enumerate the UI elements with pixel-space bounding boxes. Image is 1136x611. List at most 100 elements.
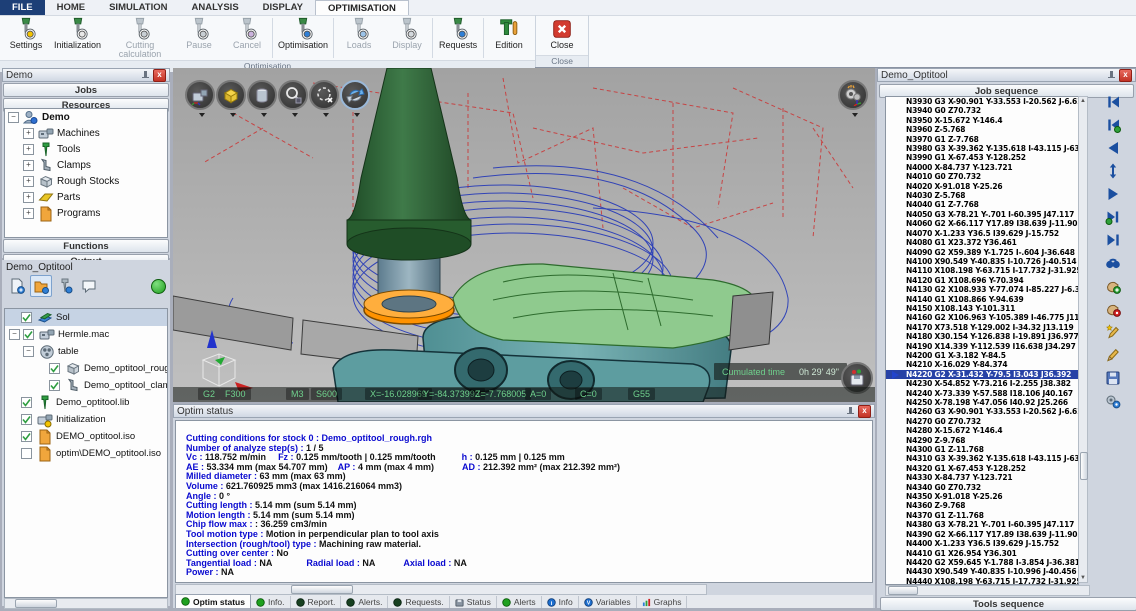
gcode-line[interactable]: N4360 Z-9.768 bbox=[886, 501, 1078, 510]
gcode-line[interactable]: N4340 G0 Z70.732 bbox=[886, 483, 1078, 492]
output-tab-requests[interactable]: Requests. bbox=[388, 596, 449, 608]
nav-first-green-button[interactable] bbox=[1102, 115, 1124, 135]
nav-next-green-button[interactable] bbox=[1102, 207, 1124, 227]
tool-view-button[interactable] bbox=[247, 80, 277, 110]
job-item-demo-optitool-iso[interactable]: DEMO_optitool.iso bbox=[5, 428, 167, 445]
gcode-line[interactable]: N3930 G3 X-90.901 Y-33.553 I-20.562 J-6.… bbox=[886, 97, 1078, 106]
tree-item-programs[interactable]: +Programs bbox=[5, 205, 167, 221]
gcode-line[interactable]: N4380 G3 X-78.21 Y-.701 I-60.395 J47.117 bbox=[886, 520, 1078, 529]
gcode-line[interactable]: N4170 X73.518 Y-129.002 I-34.32 J13.119 bbox=[886, 323, 1078, 332]
checked-checkbox[interactable] bbox=[49, 380, 60, 391]
gcode-line[interactable]: N3970 G1 Z-7.768 bbox=[886, 135, 1078, 144]
expand-toggle-icon[interactable]: + bbox=[23, 128, 34, 139]
gcode-line[interactable]: N4260 G3 X-90.901 Y-33.553 I-20.562 J-6.… bbox=[886, 407, 1078, 416]
gcode-line[interactable]: N4320 G1 X-67.453 Y-128.252 bbox=[886, 464, 1078, 473]
output-tab-variables[interactable]: VVariables bbox=[579, 596, 637, 608]
checked-checkbox[interactable] bbox=[21, 431, 32, 442]
output-tab-report[interactable]: Report. bbox=[291, 596, 342, 608]
ribbon-button-initialization[interactable]: Initialization bbox=[50, 16, 105, 50]
job-item-table[interactable]: −table bbox=[5, 343, 167, 360]
ribbon-tab-analysis[interactable]: ANALYSIS bbox=[180, 0, 251, 15]
dropdown-arrow-icon[interactable] bbox=[230, 113, 236, 117]
output-tab-alerts[interactable]: Alerts. bbox=[341, 596, 388, 608]
dropdown-arrow-icon[interactable] bbox=[199, 113, 205, 117]
job-item-demo-optitool-rough-rgh[interactable]: Demo_optitool_rough.rgh bbox=[5, 360, 167, 377]
optim-hscrollbar[interactable] bbox=[175, 584, 707, 595]
dropdown-arrow-icon[interactable] bbox=[354, 113, 360, 117]
ribbon-tab-simulation[interactable]: SIMULATION bbox=[97, 0, 179, 15]
collapse-toggle-icon[interactable]: − bbox=[9, 329, 20, 340]
nav-first-button[interactable] bbox=[1102, 92, 1124, 112]
gcode-line[interactable]: N3990 G1 X-67.453 Y-128.252 bbox=[886, 153, 1078, 162]
tree-item-machines[interactable]: +Machines bbox=[5, 125, 167, 141]
gcode-line[interactable]: N4250 X-78.198 Y-47.056 I40.92 J25.266 bbox=[886, 398, 1078, 407]
gcode-line[interactable]: N4210 X-16.029 Y-84.374 bbox=[886, 360, 1078, 369]
nav-prev-button[interactable] bbox=[1102, 138, 1124, 158]
gcode-line[interactable]: N4010 G0 Z70.732 bbox=[886, 172, 1078, 181]
gcode-line[interactable]: N4020 X-91.018 Y-25.26 bbox=[886, 182, 1078, 191]
ribbon-tab-file[interactable]: FILE bbox=[0, 0, 45, 15]
output-tab-info[interactable]: iInfo bbox=[542, 596, 579, 608]
expand-toggle-icon[interactable]: + bbox=[23, 208, 34, 219]
new-document-icon[interactable] bbox=[6, 275, 28, 297]
gcode-line[interactable]: N4310 G3 X-39.362 Y-135.618 I-43.115 J-6… bbox=[886, 454, 1078, 463]
gcode-line[interactable]: N4120 G1 X108.696 Y-70.394 bbox=[886, 276, 1078, 285]
ribbon-button-requests[interactable]: Requests bbox=[434, 16, 482, 50]
tree-item-rough-stocks[interactable]: +Rough Stocks bbox=[5, 173, 167, 189]
checked-checkbox[interactable] bbox=[21, 397, 32, 408]
nav-play-button[interactable] bbox=[1102, 184, 1124, 204]
rotate-button[interactable] bbox=[340, 80, 370, 110]
output-tab-alerts[interactable]: Alerts bbox=[497, 596, 542, 608]
expand-toggle-icon[interactable]: + bbox=[23, 144, 34, 155]
ribbon-tab-home[interactable]: HOME bbox=[45, 0, 98, 15]
gcode-line[interactable]: N4040 G1 Z-7.768 bbox=[886, 200, 1078, 209]
expand-toggle-icon[interactable]: + bbox=[23, 192, 34, 203]
gcode-line[interactable]: N4300 G1 Z-11.768 bbox=[886, 445, 1078, 454]
output-tab-graphs[interactable]: Graphs bbox=[637, 596, 688, 608]
gcode-line[interactable]: N4350 X-91.018 Y-25.26 bbox=[886, 492, 1078, 501]
job-item-hermle-mac[interactable]: −Hermle.mac bbox=[5, 326, 167, 343]
tree-item-clamps[interactable]: +Clamps bbox=[5, 157, 167, 173]
close-icon[interactable]: x bbox=[858, 405, 871, 418]
job-tree-hscrollbar[interactable] bbox=[4, 598, 168, 609]
tree-item-parts[interactable]: +Parts bbox=[5, 189, 167, 205]
panel-bar-jobs[interactable]: Jobs bbox=[3, 83, 169, 97]
tree-item-tools[interactable]: +Tools bbox=[5, 141, 167, 157]
gcode-line[interactable]: N4130 G2 X108.933 Y-77.074 I-85.227 J-6.… bbox=[886, 285, 1078, 294]
output-tab-info[interactable]: Info. bbox=[251, 596, 291, 608]
gcode-line[interactable]: N4060 G2 X-66.117 Y17.89 I38.639 J-11.90… bbox=[886, 219, 1078, 228]
panel-bar-functions[interactable]: Functions bbox=[3, 239, 169, 253]
checked-checkbox[interactable] bbox=[23, 329, 34, 340]
ribbon-button-settings[interactable]: Settings bbox=[2, 16, 50, 50]
gcode-line[interactable]: N4030 Z-5.768 bbox=[886, 191, 1078, 200]
job-item-sol[interactable]: Sol bbox=[5, 309, 167, 326]
sync-gears-button[interactable] bbox=[1102, 391, 1124, 411]
gcode-line[interactable]: N4420 G2 X59.645 Y-1.788 I-3.854 J-36.38… bbox=[886, 558, 1078, 567]
machining-settings-button[interactable] bbox=[838, 80, 868, 110]
gcode-line[interactable]: N4090 G2 X59.389 Y-1.725 I-.604 J-36.648 bbox=[886, 248, 1078, 257]
pin-icon[interactable] bbox=[1107, 71, 1116, 80]
stock-view-button[interactable] bbox=[216, 80, 246, 110]
output-tab-optim-status[interactable]: Optim status bbox=[175, 594, 251, 608]
dropdown-arrow-icon[interactable] bbox=[261, 113, 267, 117]
pencil-button[interactable] bbox=[1102, 345, 1124, 365]
gcode-line[interactable]: N3940 G0 Z70.732 bbox=[886, 106, 1078, 115]
hand-add-button[interactable] bbox=[1102, 276, 1124, 296]
gcode-line[interactable]: N3950 X-15.672 Y-146.4 bbox=[886, 116, 1078, 125]
pin-icon[interactable] bbox=[846, 407, 855, 416]
job-item-initialization[interactable]: Initialization bbox=[5, 411, 167, 428]
gcode-line[interactable]: N4050 G3 X-78.21 Y-.701 I-60.395 J47.117 bbox=[886, 210, 1078, 219]
comment-icon[interactable] bbox=[78, 275, 100, 297]
collapse-toggle-icon[interactable]: − bbox=[23, 346, 34, 357]
gcode-line[interactable]: N3960 Z-5.768 bbox=[886, 125, 1078, 134]
gcode-line[interactable]: N4140 G1 X108.866 Y-94.639 bbox=[886, 295, 1078, 304]
gcode-line[interactable]: N4410 G1 X26.954 Y36.301 bbox=[886, 549, 1078, 558]
job-item-optim-demo-optitool-iso[interactable]: optim\DEMO_optitool.iso bbox=[5, 445, 167, 462]
unchecked-checkbox[interactable] bbox=[21, 448, 32, 459]
binoculars-button[interactable] bbox=[1102, 253, 1124, 273]
ribbon-button-close[interactable]: Close bbox=[538, 16, 586, 50]
close-icon[interactable]: x bbox=[1119, 69, 1132, 82]
gcode-line[interactable]: N3980 G3 X-39.362 Y-135.618 I-43.115 J-6… bbox=[886, 144, 1078, 153]
gcode-line[interactable]: N4190 X14.339 Y-112.539 I16.638 J34.297 bbox=[886, 342, 1078, 351]
ribbon-tab-display[interactable]: DISPLAY bbox=[251, 0, 315, 15]
